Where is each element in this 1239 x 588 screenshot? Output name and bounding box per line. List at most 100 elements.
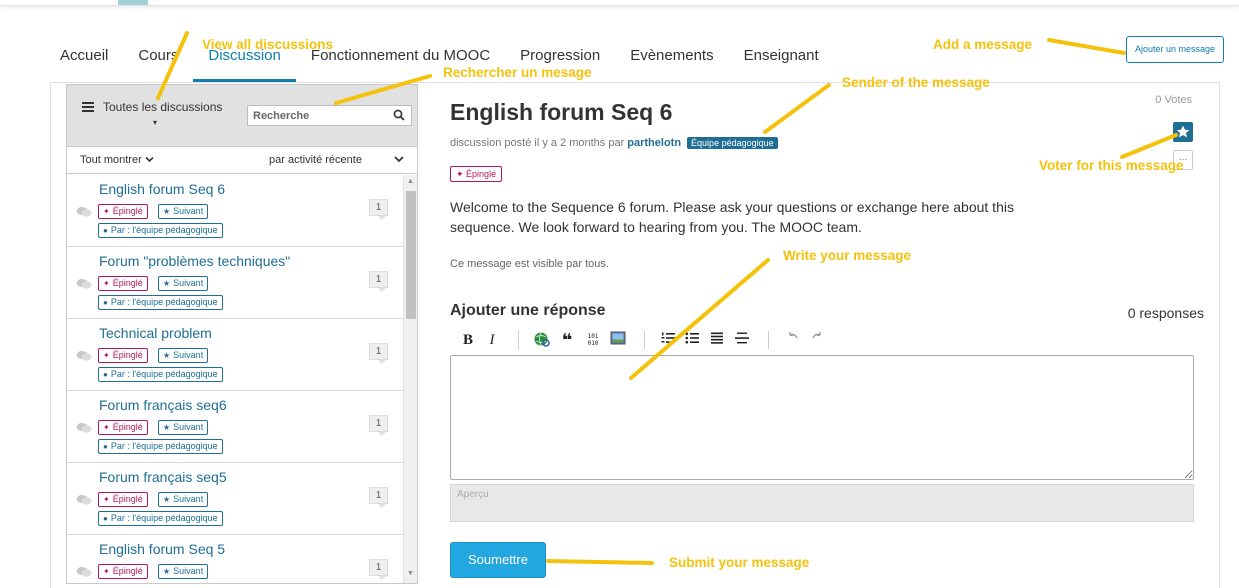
pin-icon: ✦ [103,567,110,576]
user-icon: ● [103,442,108,451]
site-logo[interactable] [118,0,148,5]
comment-count: 1 [369,559,388,580]
comment-count: 1 [369,415,388,436]
thread-title[interactable]: Forum "problèmes techniques" [99,253,290,269]
pinned-label: Épinglé [112,422,143,432]
comment-count: 1 [369,343,388,364]
star-icon: ★ [163,567,171,576]
post-pinned-label: Épinglé [466,169,497,179]
thread-title[interactable]: English forum Seq 6 [99,181,225,197]
all-discussions-menu[interactable]: Toutes les discussions [103,100,222,114]
pinned-label: Épinglé [112,494,143,504]
search-input[interactable] [248,106,378,126]
user-icon: ● [103,370,108,379]
thread-list-scrollbar[interactable]: ▲ ▼ [403,175,417,583]
star-icon [1176,125,1190,138]
vote-button[interactable] [1173,122,1193,142]
reply-editor[interactable] [450,355,1194,480]
numbered-list-icon [661,332,675,343]
thread-item[interactable]: Technical problem ✦ Épinglé ★ Suivant ● Par… [67,319,403,391]
following-label: Suivant [173,566,204,576]
pin-icon: ✦ [103,495,110,504]
image-button[interactable] [608,330,628,350]
post-author-link[interactable]: parthelotn [627,137,681,149]
following-label: Suivant [173,206,204,216]
quote-button[interactable]: ❝ [557,330,577,350]
scroll-up-arrow[interactable]: ▲ [407,178,414,185]
scroll-thumb[interactable] [406,191,416,319]
link-button[interactable] [532,330,552,350]
tab-evenements[interactable]: Evènements [615,40,728,82]
star-icon: ★ [163,423,171,432]
thread-item[interactable]: Forum "problèmes techniques" ✦ Épinglé ★ S… [67,247,403,319]
user-icon: ● [103,514,108,523]
bulleted-list-icon [685,332,699,344]
thread-title[interactable]: Forum français seq6 [99,397,227,413]
thread-title[interactable]: Technical problem [99,325,212,341]
annotation-write: Write your message [783,248,912,263]
undo-icon [789,332,798,339]
thread-item[interactable]: Forum français seq5 ✦ Épinglé ★ Suivant ● P… [67,463,403,535]
numbered-list-button[interactable] [658,330,678,350]
responses-count: 0 responses [1127,305,1204,321]
pinned-badge: ✦ Épinglé [98,420,148,435]
bold-button[interactable]: B [458,330,478,350]
following-label: Suivant [173,422,204,432]
thread-title[interactable]: Forum français seq5 [99,469,227,485]
thread-item[interactable]: Forum français seq6 ✦ Épinglé ★ Suivant ● P… [67,391,403,463]
caret-down-icon[interactable]: ▾ [153,118,157,127]
comments-icon [76,567,92,577]
reply-heading: Ajouter une réponse [450,302,606,319]
pinned-badge: ✦ Épinglé [98,564,148,579]
filter-show-dropdown[interactable]: Tout montrer [80,154,154,166]
author-label: Par : l'équipe pédagogique [110,369,218,379]
thread-title[interactable]: English forum Seq 5 [99,541,225,557]
search-box [247,105,412,126]
editor-toolbar: B I ❝ 101 010 [450,328,1194,352]
tab-accueil[interactable]: Accueil [45,40,123,82]
italic-button[interactable]: I [482,330,502,350]
thread-list: English forum Seq 6 ✦ Épinglé ★ Suivant ● P… [67,175,403,583]
tab-enseignant[interactable]: Enseignant [729,40,834,82]
following-badge: ★ Suivant [158,420,209,435]
reply-preview: Aperçu [450,484,1194,522]
following-badge: ★ Suivant [158,204,209,219]
undo-button[interactable] [783,330,803,350]
star-icon: ★ [163,495,171,504]
thread-item[interactable]: English forum Seq 5 ✦ Épinglé ★ Suivant 1 [67,535,403,583]
image-icon [610,331,626,345]
pin-icon: ✦ [103,207,110,216]
author-label: Par : l'équipe pédagogique [110,225,218,235]
add-post-button[interactable]: Ajouter un message [1126,36,1224,63]
submit-button[interactable]: Soumettre [450,542,546,578]
bulleted-list-button[interactable] [682,330,702,350]
search-icon[interactable] [393,109,405,121]
annotation-vote: Voter for this message [1039,158,1184,173]
scroll-down-arrow[interactable]: ▼ [407,570,414,577]
author-label: Par : l'équipe pédagogique [110,441,218,451]
redo-button[interactable] [807,330,827,350]
pinned-badge: ✦ Épinglé [98,276,148,291]
chevron-down-icon[interactable] [393,153,405,165]
horizontal-rule-button[interactable] [732,330,752,350]
pin-icon: ✦ [456,169,467,179]
code-button[interactable]: 101 010 [583,330,603,350]
sort-dropdown[interactable]: par activité récente [269,154,362,166]
globe-link-icon [534,332,550,347]
author-badge: ● Par : l'équipe pédagogique [98,511,223,526]
hamburger-icon[interactable] [82,102,94,112]
annotation-search: Rechercher un mesage [443,65,592,80]
tab-cours[interactable]: Cours [123,40,193,82]
following-label: Suivant [173,278,204,288]
sidebar-header: Toutes les discussions ▾ [67,85,417,147]
star-icon: ★ [163,351,171,360]
chevron-down-icon [145,156,154,163]
thread-item[interactable]: English forum Seq 6 ✦ Épinglé ★ Suivant ● P… [67,175,403,247]
pinned-label: Épinglé [112,350,143,360]
heading-button[interactable] [707,330,727,350]
comments-icon [76,279,92,289]
user-icon: ● [103,298,108,307]
following-badge: ★ Suivant [158,564,209,579]
annotation-view-all: View all discussions [202,37,334,52]
toolbar-separator [768,331,769,349]
